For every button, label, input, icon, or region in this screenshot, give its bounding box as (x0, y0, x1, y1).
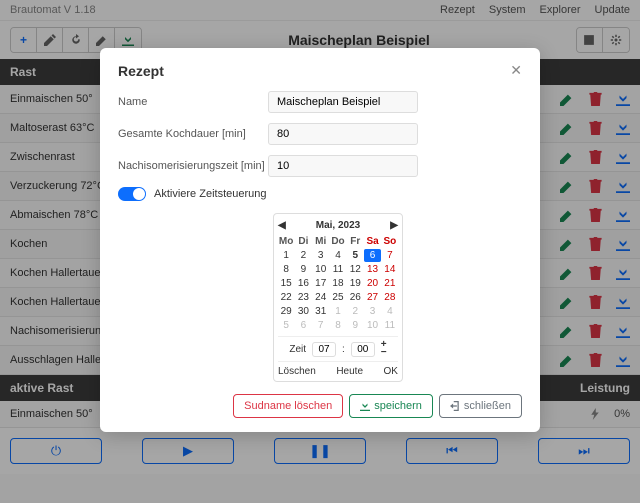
cal-today[interactable]: Heute (336, 366, 363, 377)
name-input[interactable] (268, 91, 418, 113)
day-cell[interactable]: 2 (295, 249, 311, 262)
modal-title: Rezept (118, 63, 164, 79)
dur-input[interactable] (268, 123, 418, 145)
iso-input[interactable] (268, 155, 418, 177)
day-cell[interactable]: 8 (330, 319, 346, 332)
day-cell[interactable]: 5 (347, 249, 363, 262)
recipe-modal: Rezept ✕ Name Gesamte Kochdauer [min] Na… (100, 48, 540, 432)
day-cell[interactable]: 25 (330, 291, 346, 304)
row-name: Name (118, 91, 522, 113)
hour-input[interactable] (312, 342, 336, 357)
day-cell[interactable]: 6 (295, 319, 311, 332)
day-cell[interactable]: 9 (347, 319, 363, 332)
day-cell[interactable]: 7 (313, 319, 329, 332)
cal-head: ◀ Mai, 2023 ▶ (278, 218, 398, 235)
close-button[interactable]: schließen (439, 394, 522, 418)
dow-cell: So (382, 235, 398, 248)
dow-cell: Fr (347, 235, 363, 248)
day-cell[interactable]: 22 (278, 291, 294, 304)
dow-cell: Mo (278, 235, 294, 248)
day-cell[interactable]: 10 (364, 319, 380, 332)
day-cell[interactable]: 27 (364, 291, 380, 304)
time-stepper[interactable]: +− (381, 341, 387, 357)
day-cell[interactable]: 17 (313, 277, 329, 290)
day-cell[interactable]: 19 (347, 277, 363, 290)
day-cell[interactable]: 24 (313, 291, 329, 304)
day-cell[interactable]: 10 (313, 263, 329, 276)
cal-clear[interactable]: Löschen (278, 366, 316, 377)
calendar-grid: MoDiMiDoFrSaSo12345678910111213141516171… (278, 235, 398, 332)
day-cell[interactable]: 14 (382, 263, 398, 276)
modal-backdrop: Rezept ✕ Name Gesamte Kochdauer [min] Na… (0, 0, 640, 503)
dow-cell: Do (330, 235, 346, 248)
cal-foot: Löschen Heute OK (278, 361, 398, 377)
modal-footer: Sudname löschen speichern schließen (118, 394, 522, 418)
day-cell[interactable]: 8 (278, 263, 294, 276)
day-cell[interactable]: 13 (364, 263, 380, 276)
minute-input[interactable] (351, 342, 375, 357)
row-dur: Gesamte Kochdauer [min] (118, 123, 522, 145)
day-cell[interactable]: 12 (347, 263, 363, 276)
close-icon[interactable]: ✕ (510, 62, 522, 79)
toggle-label: Aktiviere Zeitsteuerung (154, 188, 267, 200)
day-cell[interactable]: 29 (278, 305, 294, 318)
day-cell[interactable]: 18 (330, 277, 346, 290)
day-cell[interactable]: 9 (295, 263, 311, 276)
day-cell[interactable]: 11 (382, 319, 398, 332)
cal-ok[interactable]: OK (384, 366, 398, 377)
name-label: Name (118, 96, 268, 108)
dur-label: Gesamte Kochdauer [min] (118, 128, 268, 140)
dow-cell: Mi (313, 235, 329, 248)
day-cell[interactable]: 1 (278, 249, 294, 262)
day-cell[interactable]: 6 (364, 249, 380, 262)
day-cell[interactable]: 20 (364, 277, 380, 290)
day-cell[interactable]: 23 (295, 291, 311, 304)
delete-sud-button[interactable]: Sudname löschen (233, 394, 343, 418)
day-cell[interactable]: 4 (330, 249, 346, 262)
day-cell[interactable]: 15 (278, 277, 294, 290)
row-toggle: Aktiviere Zeitsteuerung (118, 187, 522, 201)
time-row: Zeit : +− (278, 336, 398, 357)
day-cell[interactable]: 1 (330, 305, 346, 318)
calendar: ◀ Mai, 2023 ▶ MoDiMiDoFrSaSo123456789101… (273, 213, 403, 382)
exit-icon (450, 401, 460, 411)
day-cell[interactable]: 3 (364, 305, 380, 318)
day-cell[interactable]: 26 (347, 291, 363, 304)
day-cell[interactable]: 7 (382, 249, 398, 262)
download-icon (360, 401, 370, 411)
day-cell[interactable]: 28 (382, 291, 398, 304)
save-button[interactable]: speichern (349, 394, 433, 418)
iso-label: Nachisomerisierungszeit [min] (118, 160, 268, 172)
cal-title: Mai, 2023 (316, 220, 360, 231)
day-cell[interactable]: 5 (278, 319, 294, 332)
day-cell[interactable]: 3 (313, 249, 329, 262)
dow-cell: Sa (364, 235, 380, 248)
day-cell[interactable]: 30 (295, 305, 311, 318)
day-cell[interactable]: 16 (295, 277, 311, 290)
row-iso: Nachisomerisierungszeit [min] (118, 155, 522, 177)
day-cell[interactable]: 21 (382, 277, 398, 290)
time-label: Zeit (289, 344, 306, 355)
day-cell[interactable]: 2 (347, 305, 363, 318)
cal-prev-icon[interactable]: ◀ (278, 220, 286, 231)
day-cell[interactable]: 31 (313, 305, 329, 318)
day-cell[interactable]: 11 (330, 263, 346, 276)
day-cell[interactable]: 4 (382, 305, 398, 318)
time-toggle[interactable] (118, 187, 146, 201)
dow-cell: Di (295, 235, 311, 248)
modal-header: Rezept ✕ (118, 62, 522, 79)
cal-next-icon[interactable]: ▶ (390, 220, 398, 231)
